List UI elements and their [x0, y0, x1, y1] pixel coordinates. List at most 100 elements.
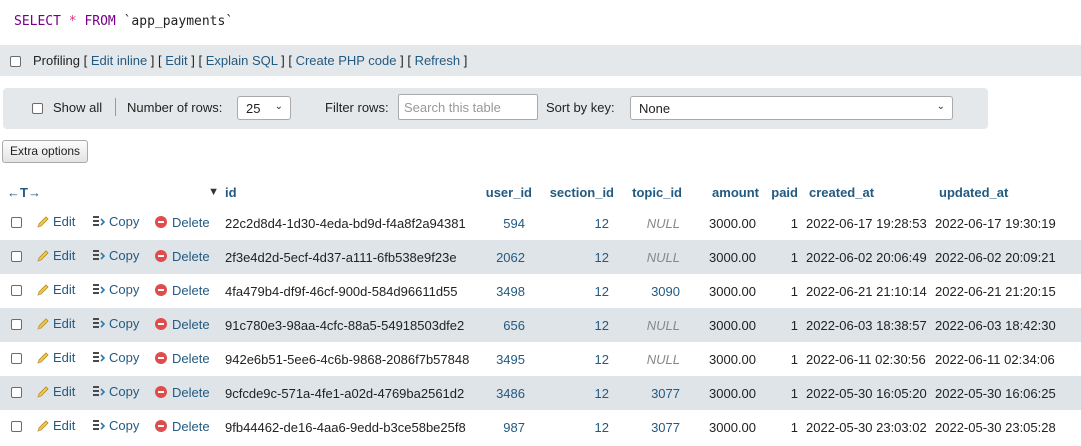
- sort-select[interactable]: None ⌄: [630, 96, 953, 120]
- show-all-checkbox[interactable]: [32, 103, 43, 114]
- copy-row-link[interactable]: Copy: [92, 248, 139, 263]
- cell-updated-at[interactable]: 2022-05-30 23:05:28: [933, 410, 1081, 444]
- cell-amount[interactable]: 3000.00: [685, 206, 763, 240]
- cell-id[interactable]: 9fb44462-de16-4aa6-9edd-b3ce58be25f8: [225, 410, 477, 444]
- cell-user-id[interactable]: 3495: [477, 342, 535, 376]
- cell-topic-id[interactable]: NULL: [617, 240, 685, 274]
- row-checkbox[interactable]: [11, 386, 22, 398]
- cell-created-at[interactable]: 2022-05-30 16:05:20: [803, 376, 933, 410]
- cell-section-id[interactable]: 12: [535, 274, 617, 308]
- delete-row-link[interactable]: Delete: [155, 215, 210, 230]
- cell-created-at[interactable]: 2022-06-11 02:30:56: [803, 342, 933, 376]
- edit-row-link[interactable]: Edit: [36, 350, 75, 365]
- cell-created-at[interactable]: 2022-06-17 19:28:53: [803, 206, 933, 240]
- cell-section-id[interactable]: 12: [535, 308, 617, 342]
- column-header-paid[interactable]: paid: [763, 178, 803, 206]
- cell-amount[interactable]: 3000.00: [685, 308, 763, 342]
- cell-amount[interactable]: 3000.00: [685, 342, 763, 376]
- edit-row-link[interactable]: Edit: [36, 384, 75, 399]
- row-checkbox[interactable]: [11, 250, 22, 262]
- edit-row-link[interactable]: Edit: [36, 418, 75, 433]
- copy-row-link[interactable]: Copy: [92, 350, 139, 365]
- cell-created-at[interactable]: 2022-05-30 23:03:02: [803, 410, 933, 444]
- row-checkbox[interactable]: [11, 216, 22, 228]
- column-header-id[interactable]: id: [225, 178, 477, 206]
- copy-row-link[interactable]: Copy: [92, 384, 139, 399]
- cell-amount[interactable]: 3000.00: [685, 410, 763, 444]
- copy-row-link[interactable]: Copy: [92, 316, 139, 331]
- cell-amount[interactable]: 3000.00: [685, 376, 763, 410]
- delete-row-link[interactable]: Delete: [155, 283, 210, 298]
- delete-row-link[interactable]: Delete: [155, 419, 210, 434]
- cell-amount[interactable]: 3000.00: [685, 274, 763, 308]
- cell-user-id[interactable]: 594: [477, 206, 535, 240]
- cell-section-id[interactable]: 12: [535, 206, 617, 240]
- cell-user-id[interactable]: 3498: [477, 274, 535, 308]
- cell-user-id[interactable]: 2062: [477, 240, 535, 274]
- cell-topic-id[interactable]: NULL: [617, 206, 685, 240]
- cell-section-id[interactable]: 12: [535, 376, 617, 410]
- rows-select[interactable]: 25 ⌄: [237, 96, 291, 120]
- column-header-updated-at[interactable]: updated_at: [933, 178, 1081, 206]
- column-header-topic-id[interactable]: topic_id: [617, 178, 685, 206]
- cell-created-at[interactable]: 2022-06-21 21:10:14: [803, 274, 933, 308]
- edit-row-link[interactable]: Edit: [36, 248, 75, 263]
- delete-row-link[interactable]: Delete: [155, 351, 210, 366]
- explain-sql-link[interactable]: Explain SQL: [206, 53, 278, 68]
- edit-row-link[interactable]: Edit: [36, 282, 75, 297]
- cell-updated-at[interactable]: 2022-05-30 16:06:25: [933, 376, 1081, 410]
- cell-amount[interactable]: 3000.00: [685, 240, 763, 274]
- cell-created-at[interactable]: 2022-06-03 18:38:57: [803, 308, 933, 342]
- cell-updated-at[interactable]: 2022-06-21 21:20:15: [933, 274, 1081, 308]
- cell-paid[interactable]: 1: [763, 206, 803, 240]
- cell-paid[interactable]: 1: [763, 410, 803, 444]
- cell-paid[interactable]: 1: [763, 342, 803, 376]
- row-checkbox[interactable]: [11, 318, 22, 330]
- cell-paid[interactable]: 1: [763, 240, 803, 274]
- delete-row-link[interactable]: Delete: [155, 249, 210, 264]
- column-header-section-id[interactable]: section_id: [535, 178, 617, 206]
- cell-created-at[interactable]: 2022-06-02 20:06:49: [803, 240, 933, 274]
- profiling-checkbox[interactable]: [10, 56, 21, 67]
- cell-topic-id[interactable]: 3077: [617, 376, 685, 410]
- cell-section-id[interactable]: 12: [535, 410, 617, 444]
- row-checkbox[interactable]: [11, 420, 22, 432]
- cell-section-id[interactable]: 12: [535, 240, 617, 274]
- cell-id[interactable]: 4fa479b4-df9f-46cf-900d-584d96611d55: [225, 274, 477, 308]
- refresh-link[interactable]: Refresh: [415, 53, 461, 68]
- cell-id[interactable]: 22c2d8d4-1d30-4eda-bd9d-f4a8f2a94381: [225, 206, 477, 240]
- cell-topic-id[interactable]: NULL: [617, 342, 685, 376]
- column-nav-arrows[interactable]: ←T→: [0, 178, 155, 206]
- delete-row-link[interactable]: Delete: [155, 317, 210, 332]
- cell-id[interactable]: 2f3e4d2d-5ecf-4d37-a111-6fb538e9f23e: [225, 240, 477, 274]
- copy-row-link[interactable]: Copy: [92, 282, 139, 297]
- delete-row-link[interactable]: Delete: [155, 385, 210, 400]
- cell-paid[interactable]: 1: [763, 308, 803, 342]
- create-php-code-link[interactable]: Create PHP code: [296, 53, 397, 68]
- cell-updated-at[interactable]: 2022-06-03 18:42:30: [933, 308, 1081, 342]
- cell-id[interactable]: 942e6b51-5ee6-4c6b-9868-2086f7b57848: [225, 342, 477, 376]
- cell-id[interactable]: 91c780e3-98aa-4cfc-88a5-54918503dfe2: [225, 308, 477, 342]
- filter-input[interactable]: Search this table: [398, 94, 538, 120]
- cell-topic-id[interactable]: 3090: [617, 274, 685, 308]
- cell-topic-id[interactable]: 3077: [617, 410, 685, 444]
- row-checkbox[interactable]: [11, 352, 22, 364]
- edit-row-link[interactable]: Edit: [36, 316, 75, 331]
- cell-user-id[interactable]: 656: [477, 308, 535, 342]
- cell-user-id[interactable]: 987: [477, 410, 535, 444]
- column-header-user-id[interactable]: user_id: [477, 178, 535, 206]
- row-checkbox[interactable]: [11, 284, 22, 296]
- cell-user-id[interactable]: 3486: [477, 376, 535, 410]
- cell-id[interactable]: 9cfcde9c-571a-4fe1-a02d-4769ba2561d2: [225, 376, 477, 410]
- column-header-amount[interactable]: amount: [685, 178, 763, 206]
- extra-options-button[interactable]: Extra options: [2, 140, 89, 163]
- cell-section-id[interactable]: 12: [535, 342, 617, 376]
- cell-updated-at[interactable]: 2022-06-17 19:30:19: [933, 206, 1081, 240]
- cell-updated-at[interactable]: 2022-06-02 20:09:21: [933, 240, 1081, 274]
- cell-paid[interactable]: 1: [763, 274, 803, 308]
- copy-row-link[interactable]: Copy: [92, 418, 139, 433]
- edit-inline-link[interactable]: Edit inline: [91, 53, 147, 68]
- cell-paid[interactable]: 1: [763, 376, 803, 410]
- edit-link[interactable]: Edit: [165, 53, 187, 68]
- copy-row-link[interactable]: Copy: [92, 214, 139, 229]
